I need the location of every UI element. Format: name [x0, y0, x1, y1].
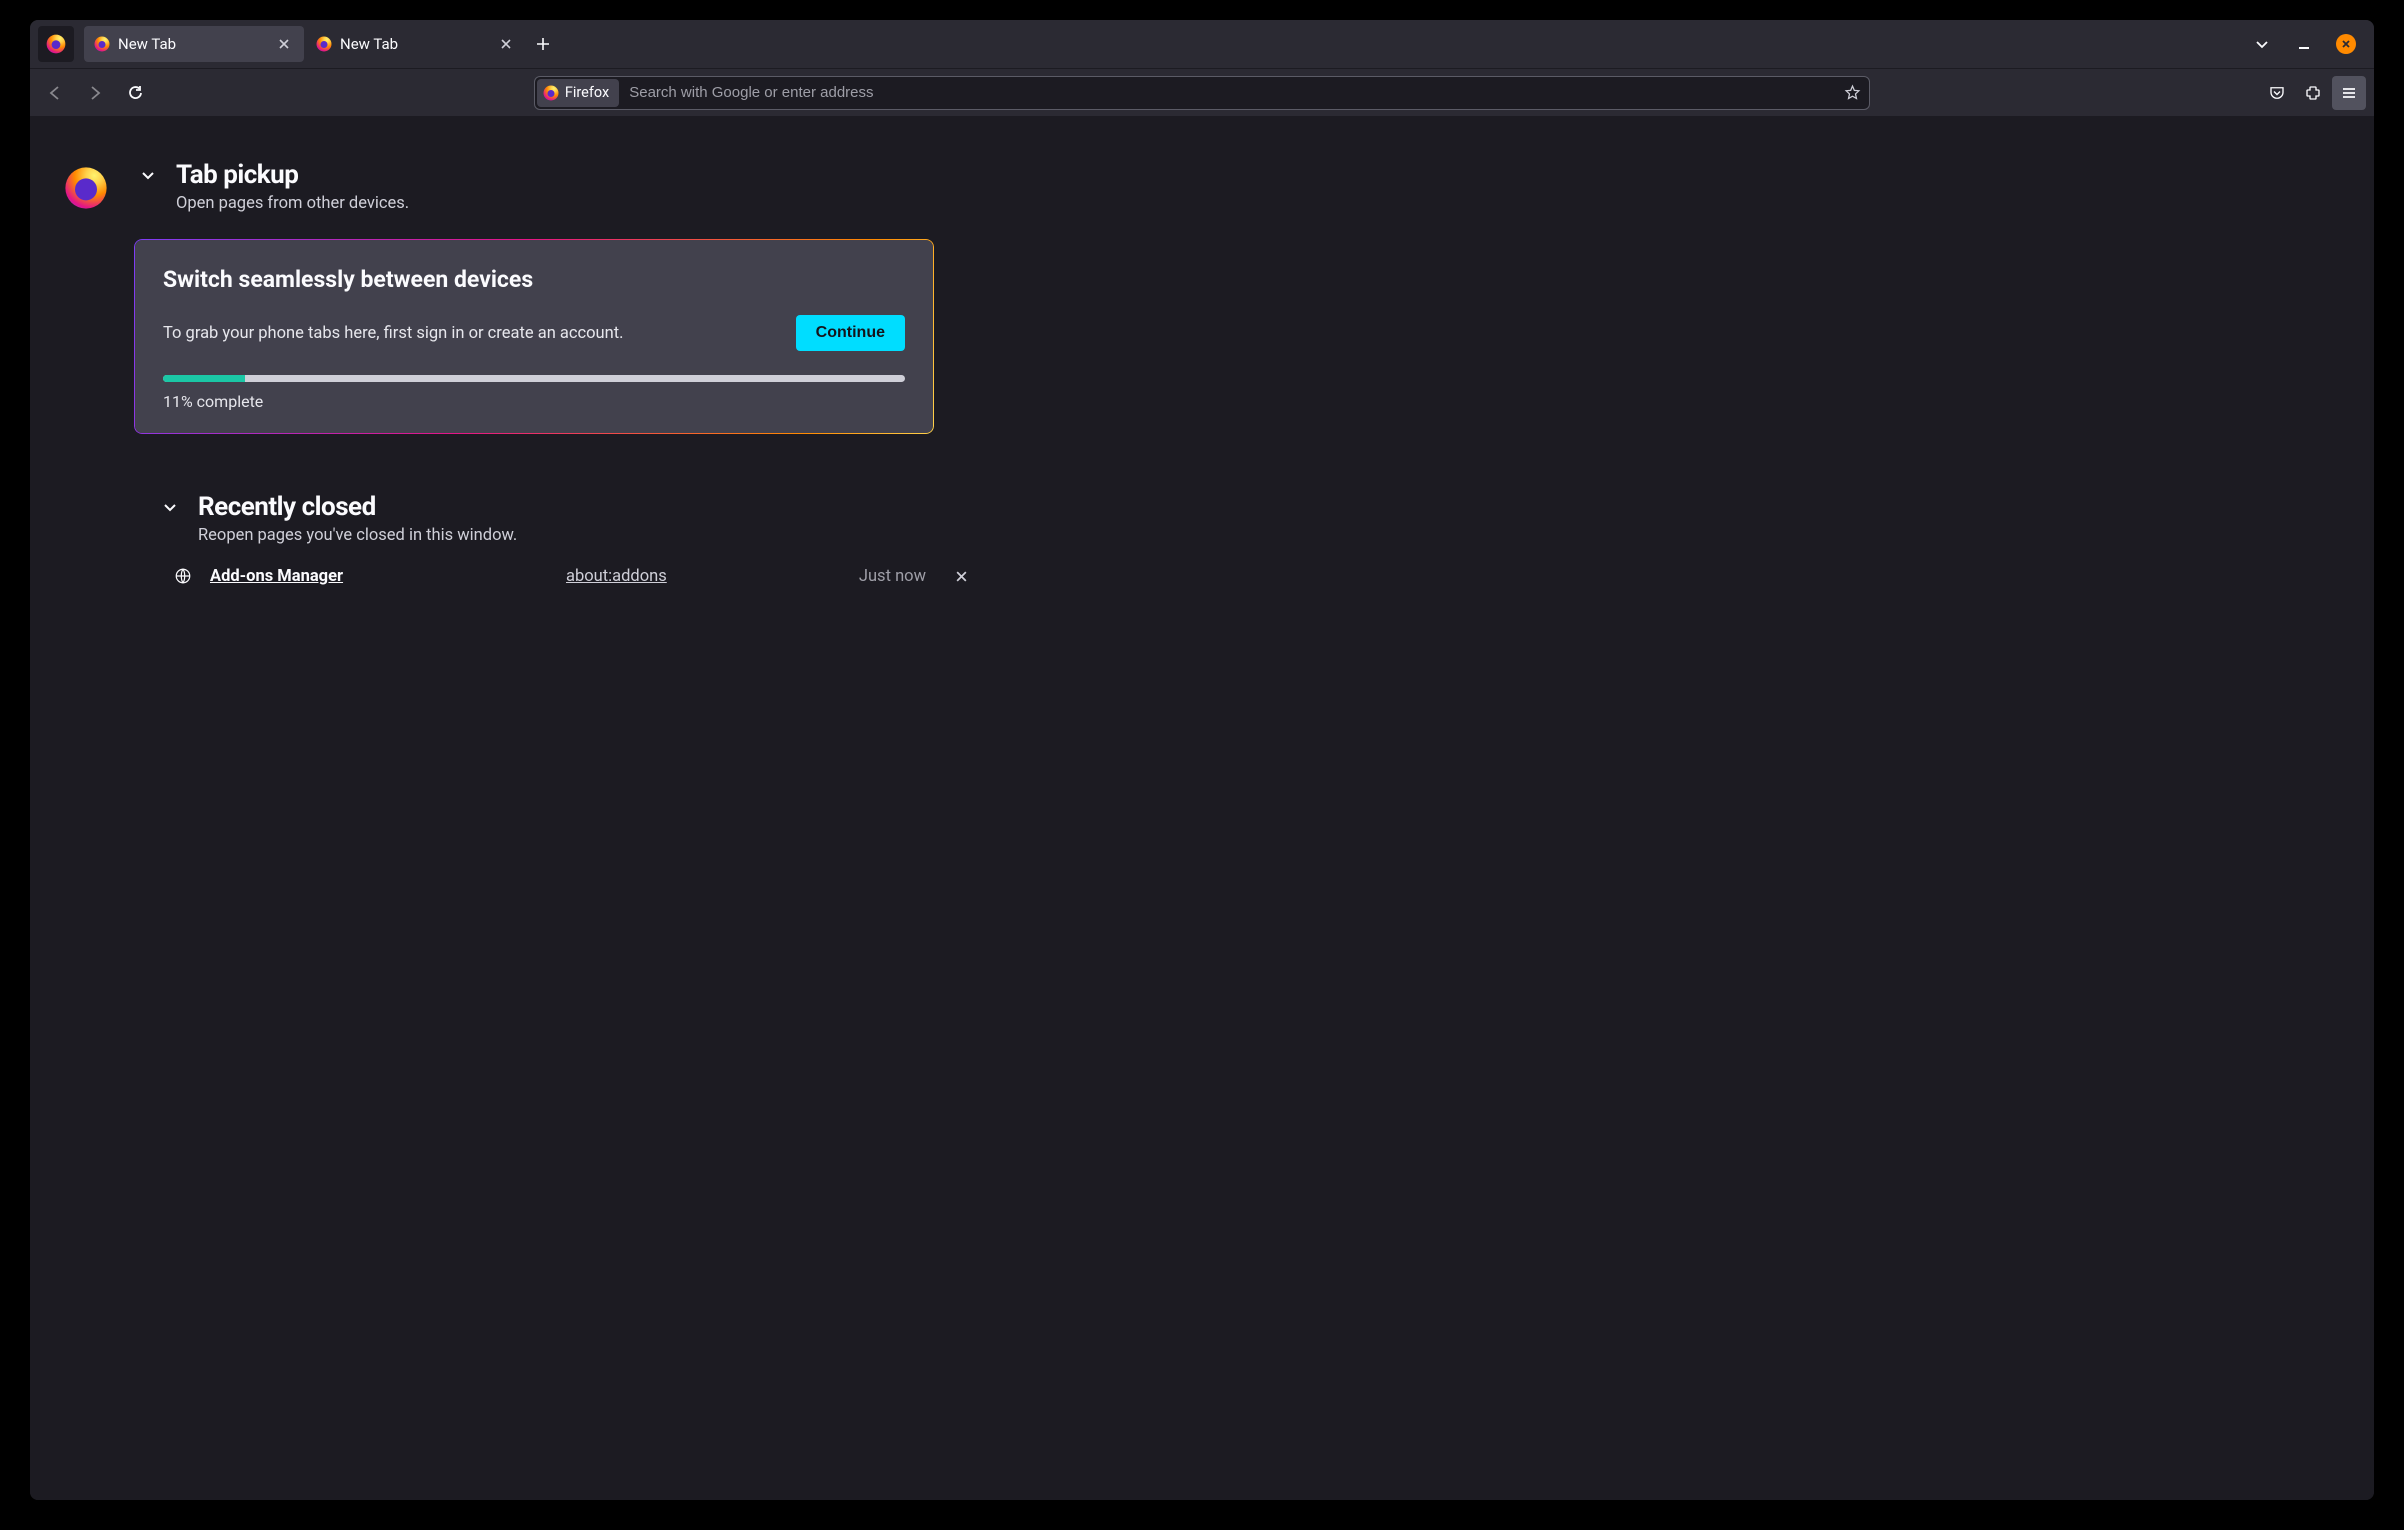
- identity-chip[interactable]: Firefox: [537, 79, 619, 107]
- globe-icon: [172, 565, 194, 587]
- tab-title: New Tab: [340, 35, 488, 53]
- closed-item-title[interactable]: Add-ons Manager: [210, 567, 550, 586]
- recently-closed-section: Recently closed Reopen pages you've clos…: [198, 492, 2340, 587]
- new-tab-button[interactable]: [528, 29, 558, 59]
- continue-button[interactable]: Continue: [796, 315, 905, 351]
- tab-strip: New Tab New Tab: [30, 20, 2374, 68]
- firefox-view-button[interactable]: [38, 26, 74, 62]
- closed-item-time: Just now: [859, 567, 934, 586]
- identity-label: Firefox: [565, 84, 609, 101]
- dismiss-button[interactable]: [950, 565, 972, 587]
- section-subtitle: Reopen pages you've closed in this windo…: [198, 526, 2340, 545]
- recently-closed-item[interactable]: Add-ons Manager about:addons Just now: [172, 565, 972, 587]
- tab-2[interactable]: New Tab: [306, 26, 526, 62]
- firefox-icon: [94, 36, 110, 52]
- reload-button[interactable]: [118, 76, 152, 110]
- browser-window: New Tab New Tab: [30, 20, 2374, 1500]
- minimize-button[interactable]: [2290, 30, 2318, 58]
- nav-toolbar: Firefox: [30, 68, 2374, 116]
- section-title: Tab pickup: [176, 160, 298, 190]
- progress-label: 11% complete: [163, 392, 905, 411]
- save-to-pocket-button[interactable]: [2260, 76, 2294, 110]
- firefox-icon: [543, 85, 559, 101]
- firefox-icon: [46, 34, 66, 54]
- collapse-toggle[interactable]: [156, 493, 184, 521]
- card-title: Switch seamlessly between devices: [163, 266, 905, 293]
- app-menu-button[interactable]: [2332, 76, 2366, 110]
- close-icon[interactable]: [496, 34, 516, 54]
- close-window-button[interactable]: [2332, 30, 2360, 58]
- forward-button[interactable]: [78, 76, 112, 110]
- setup-progress-bar: [163, 375, 905, 382]
- closed-item-url: about:addons: [566, 567, 766, 586]
- close-icon[interactable]: [274, 34, 294, 54]
- firefox-icon: [316, 36, 332, 52]
- tab-title: New Tab: [118, 35, 266, 53]
- back-button[interactable]: [38, 76, 72, 110]
- url-bar[interactable]: Firefox: [534, 76, 1870, 110]
- extensions-button[interactable]: [2296, 76, 2330, 110]
- sync-setup-card: Switch seamlessly between devices To gra…: [134, 239, 934, 434]
- progress-fill: [163, 375, 245, 382]
- address-input[interactable]: [625, 84, 1831, 101]
- content-area: Tab pickup Open pages from other devices…: [30, 116, 2374, 1500]
- card-text: To grab your phone tabs here, first sign…: [163, 324, 624, 343]
- tab-1[interactable]: New Tab: [84, 26, 304, 62]
- tab-pickup-section: Tab pickup Open pages from other devices…: [134, 160, 2340, 434]
- section-title: Recently closed: [198, 492, 376, 522]
- firefox-logo-icon: [64, 166, 112, 214]
- bookmark-star-button[interactable]: [1837, 78, 1867, 108]
- list-all-tabs-button[interactable]: [2248, 30, 2276, 58]
- section-subtitle: Open pages from other devices.: [176, 194, 2340, 213]
- collapse-toggle[interactable]: [134, 161, 162, 189]
